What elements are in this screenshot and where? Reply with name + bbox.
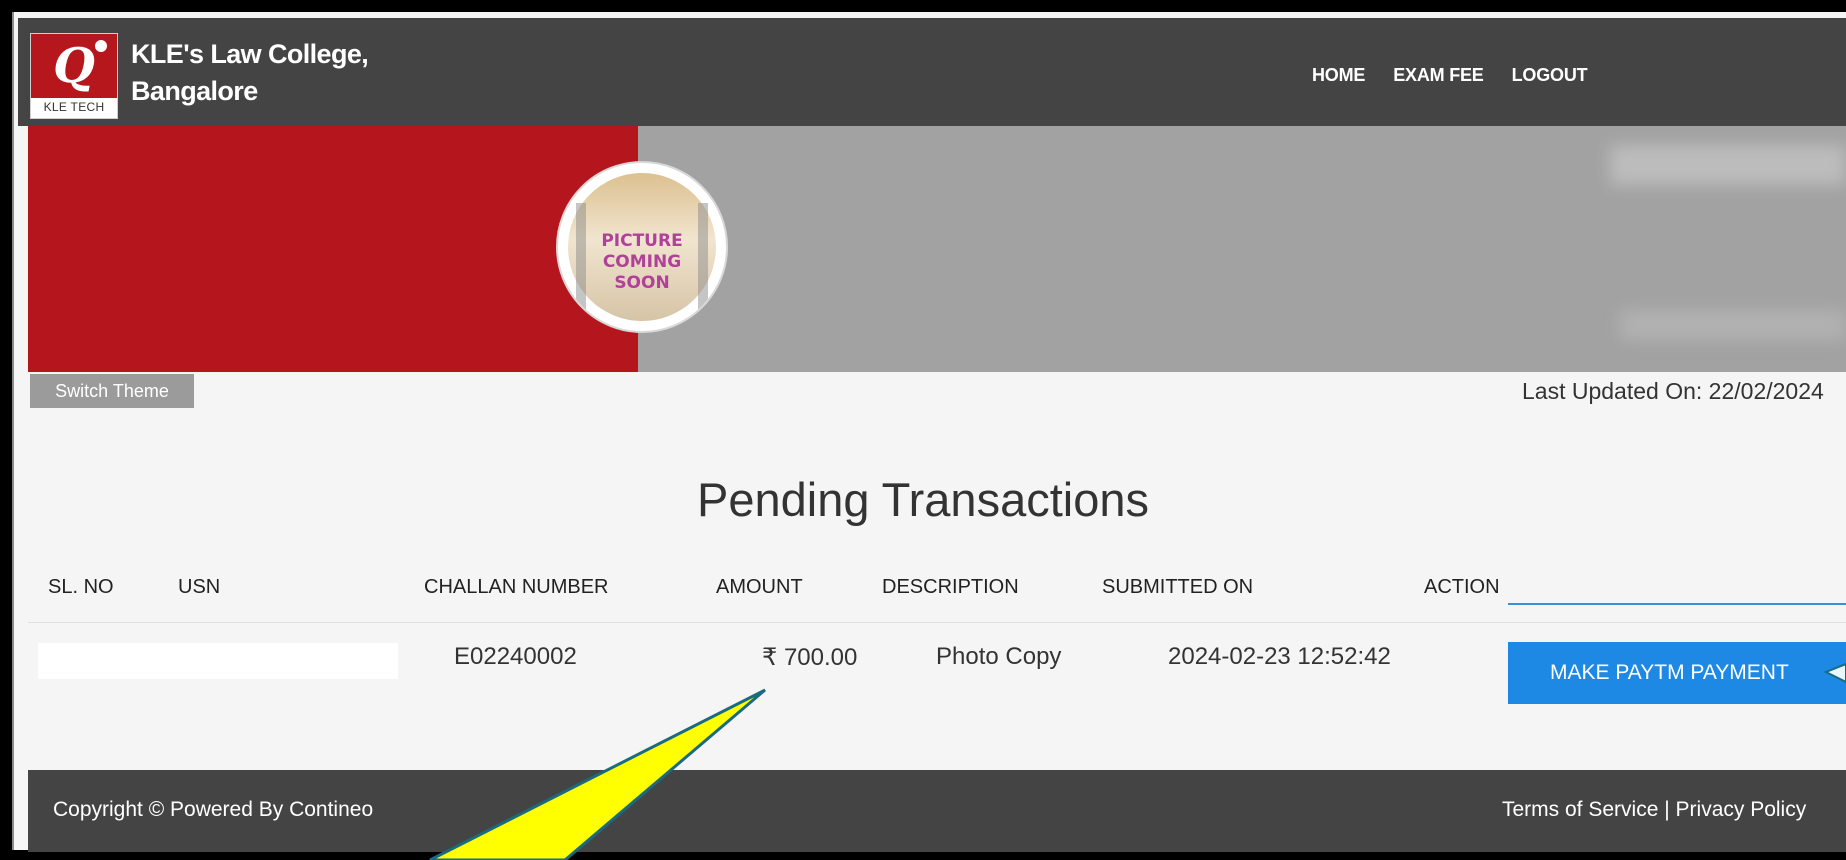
avatar-placeholder-image: PICTURE COMING SOON xyxy=(568,173,716,321)
column-header-submitted-on: SUBMITTED ON xyxy=(1102,576,1254,598)
column-header-description: DESCRIPTION xyxy=(882,576,1019,598)
challan-number-cell: E02240002 xyxy=(454,643,577,670)
column-header-sl-no: SL. NO xyxy=(48,576,114,598)
top-header: Q KLE TECH KLE's Law College, Bangalore … xyxy=(18,18,1846,126)
main-nav: HOME EXAM FEE LOGOUT xyxy=(1312,60,1615,90)
page-title: Pending Transactions xyxy=(696,473,1149,526)
nav-exam-fee[interactable]: EXAM FEE xyxy=(1393,65,1484,86)
logo-caption: KLE TECH xyxy=(43,100,105,114)
submitted-on-cell: 2024-02-23 12:52:42 xyxy=(1168,643,1391,670)
copyright-text: Copyright © Powered By Contineo xyxy=(53,798,374,821)
blurred-banner-text xyxy=(1610,145,1846,185)
last-updated-text: Last Updated On: 22/02/2024 xyxy=(1522,378,1824,404)
nav-logout[interactable]: LOGOUT xyxy=(1512,65,1588,86)
avatar-text-line3: SOON xyxy=(614,273,670,293)
terms-of-service-link[interactable]: Terms of Service xyxy=(1502,798,1658,821)
column-header-usn: USN xyxy=(178,576,221,598)
switch-theme-button[interactable]: Switch Theme xyxy=(30,374,194,408)
amount-cell: ₹ 700.00 xyxy=(762,644,858,671)
profile-avatar: PICTURE COMING SOON xyxy=(556,161,728,333)
privacy-policy-link[interactable]: Privacy Policy xyxy=(1676,798,1807,821)
avatar-text-line1: PICTURE xyxy=(601,231,683,251)
avatar-placeholder-text: PICTURE COMING SOON xyxy=(568,231,716,294)
redacted-usn-cell xyxy=(38,643,398,679)
avatar-text-line2: COMING xyxy=(602,252,682,272)
column-header-action: ACTION xyxy=(1424,576,1500,598)
college-logo[interactable]: Q KLE TECH xyxy=(30,33,118,119)
make-paytm-payment-button[interactable]: MAKE PAYTM PAYMENT xyxy=(1508,642,1846,704)
footer-links: Terms of Service | Privacy Policy xyxy=(1502,798,1806,822)
action-column-underline xyxy=(1508,603,1846,605)
college-name-line1: KLE's Law College, xyxy=(131,39,369,69)
description-cell: Photo Copy xyxy=(936,643,1062,670)
nav-home[interactable]: HOME xyxy=(1312,65,1365,86)
logo-dot-icon xyxy=(95,40,107,52)
college-name: KLE's Law College, Bangalore xyxy=(131,36,369,110)
logo-mark: Q xyxy=(31,34,117,98)
college-name-line2: Bangalore xyxy=(131,76,258,106)
footer-link-separator: | xyxy=(1664,798,1670,821)
column-header-amount: AMOUNT xyxy=(716,576,803,598)
column-header-challan-number: CHALLAN NUMBER xyxy=(424,576,609,598)
banner-red-panel xyxy=(28,126,638,372)
table-header-divider xyxy=(28,622,1846,623)
blurred-banner-text xyxy=(1620,310,1846,340)
